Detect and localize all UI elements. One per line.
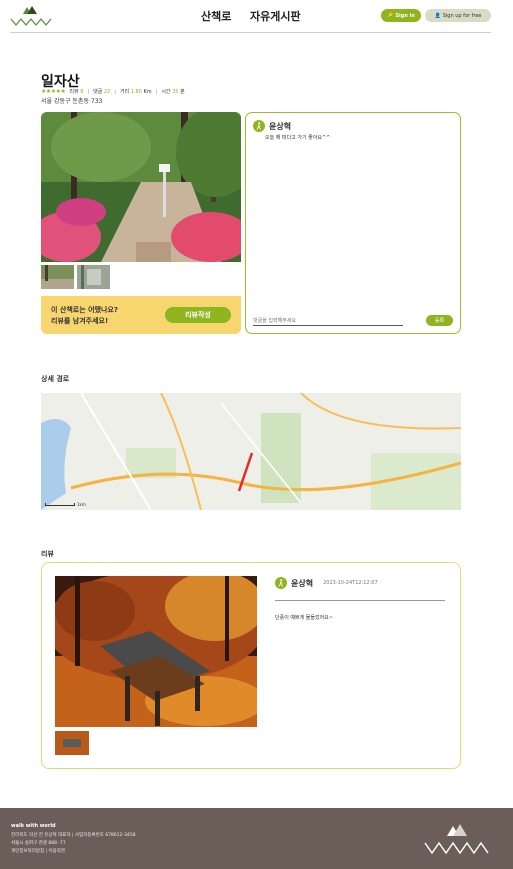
review-cta: 이 산책로는 어땠나요? 리뷰를 남겨주세요! 리뷰작성 [41,296,241,334]
signup-button[interactable]: 👤 Sign up for free [425,9,491,22]
walker-icon [253,120,265,132]
footer-logo [424,824,489,855]
signin-button[interactable]: 🔑 Sign in [381,9,421,22]
map-scale: 1km [45,502,86,507]
site-footer: walk with world 전라북도 익산 전 유상혁 대표자 | 사업자등… [0,808,513,869]
footer-brand: walk with world [11,823,56,829]
trail-address: 서울 강동구 둔촌동 733 [41,98,103,105]
trail-meta: ★★★★★ 리뷰 8 | 댓글 22 | 거리 1.80 Km | 시간 35 … [41,88,185,95]
review-thumbnail[interactable] [55,731,89,755]
comment-submit-button[interactable]: 등록 [426,315,453,326]
trail-photo [41,112,241,262]
write-review-button[interactable]: 리뷰작성 [165,307,231,323]
thumbnail-1[interactable] [41,265,74,289]
review-section-title: 리뷰 [41,550,54,558]
cta-line-2: 리뷰를 남겨주세요! [51,317,109,325]
review-photo [55,576,257,727]
review-text: 단풍이 예쁘게 물들었어요~ [275,615,333,621]
photo-thumbnails [41,265,110,289]
comment-input[interactable] [253,316,403,326]
footer-company-info: 전라북도 익산 전 유상혁 대표자 | 사업자등록번호 678612-3458 [11,833,136,838]
nav-board[interactable]: 자유게시판 [250,8,301,24]
review-divider [275,600,445,601]
comment-panel: 윤상혁 오늘 해 떠다고 가기 좋아요^^ 등록 [245,112,461,334]
site-header: 산책로 자유게시판 🔑 Sign in 👤 Sign up for free [0,0,513,33]
key-icon: 🔑 [387,12,394,19]
footer-address: 서울시 송파구 관광 888 -77 [11,841,66,846]
route-map[interactable]: 1km [41,393,461,510]
footer-links[interactable]: 개인정보처리방침 | 이용약관 [11,848,65,854]
user-plus-icon: 👤 [434,12,441,19]
route-section-title: 상세 경로 [41,375,70,383]
thumbnail-2[interactable] [77,265,110,289]
rating-stars: ★★★★★ [41,88,66,95]
site-logo[interactable] [10,5,54,27]
walker-icon [275,577,287,589]
cta-line-1: 이 산책로는 어땠나요? [51,306,118,314]
review-card: 윤상혁 2023-10-24T12:12:07 단풍이 예쁘게 물들었어요~ [41,562,461,769]
review-user-name: 윤상혁 [291,578,314,588]
comment-user-name: 윤상혁 [269,121,292,131]
header-divider [10,32,491,33]
nav-trails[interactable]: 산책로 [201,8,231,24]
comment-text: 오늘 해 떠다고 가기 좋아요^^ [265,135,331,141]
review-date: 2023-10-24T12:12:07 [323,580,378,586]
